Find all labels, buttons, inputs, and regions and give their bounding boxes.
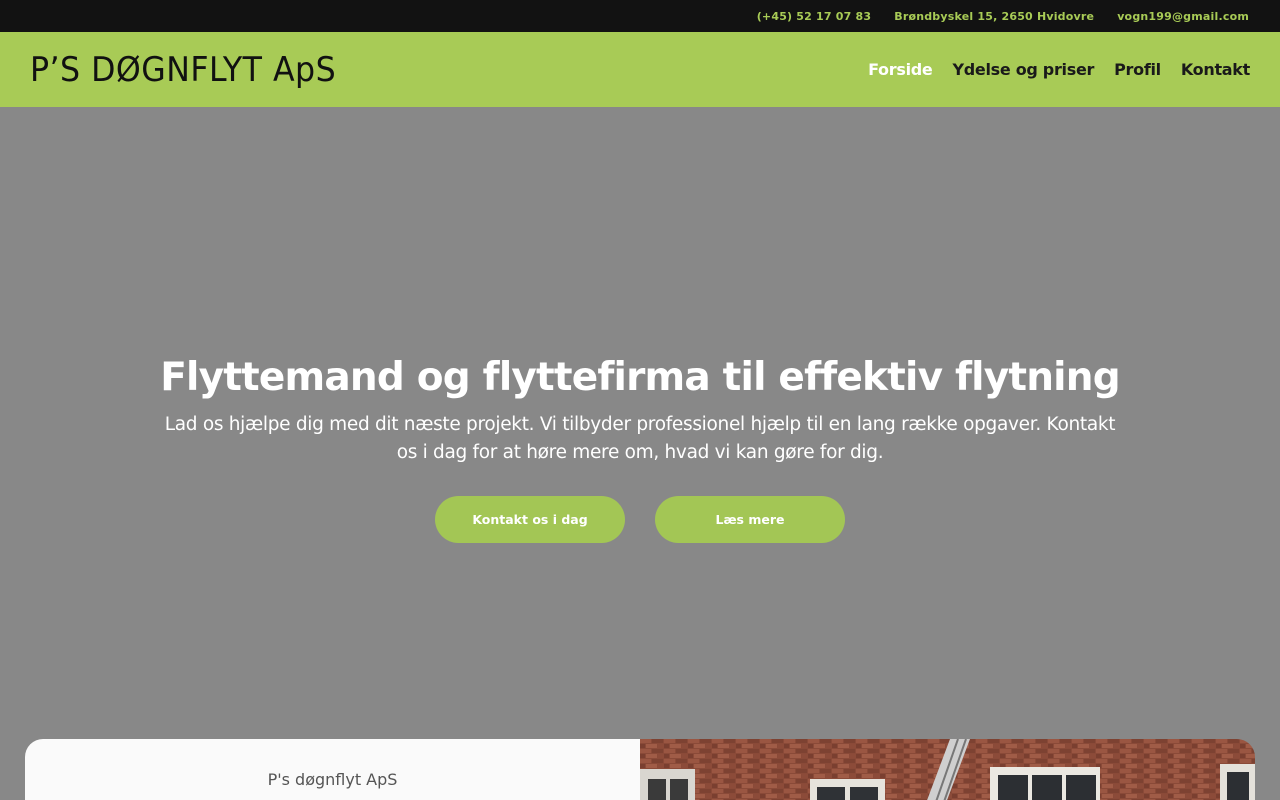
nav-item-forside[interactable]: Forside — [868, 60, 933, 79]
site-header: P’S DØGNFLYT ApS Forside Ydelse og prise… — [0, 32, 1280, 107]
building-photo — [640, 739, 1255, 800]
site-logo[interactable]: P’S DØGNFLYT ApS — [30, 50, 336, 90]
intro-card-text: P's døgnflyt ApS — [25, 739, 640, 800]
intro-card-label: P's døgnflyt ApS — [267, 770, 398, 789]
hero-subtitle: Lad os hjælpe dig med dit næste projekt.… — [164, 414, 1116, 463]
hero-section: Flyttemand og flyttefirma til effektiv f… — [0, 107, 1280, 800]
top-contact-bar: (+45) 52 17 07 83 Brøndbyskel 15, 2650 H… — [0, 0, 1280, 32]
email-link[interactable]: vogn199@gmail.com — [1117, 10, 1249, 23]
main-nav: Forside Ydelse og priser Profil Kontakt — [868, 60, 1250, 79]
nav-item-profil[interactable]: Profil — [1114, 60, 1161, 79]
nav-item-ydelse-og-priser[interactable]: Ydelse og priser — [952, 60, 1094, 79]
nav-item-kontakt[interactable]: Kontakt — [1181, 60, 1250, 79]
building-photo-image — [640, 739, 1255, 800]
address-link[interactable]: Brøndbyskel 15, 2650 Hvidovre — [894, 10, 1094, 23]
intro-card: P's døgnflyt ApS — [25, 739, 1255, 800]
read-more-button[interactable]: Læs mere — [655, 496, 845, 543]
hero-title: Flyttemand og flyttefirma til effektiv f… — [160, 355, 1120, 400]
contact-button[interactable]: Kontakt os i dag — [435, 496, 625, 543]
phone-link[interactable]: (+45) 52 17 07 83 — [757, 10, 872, 23]
